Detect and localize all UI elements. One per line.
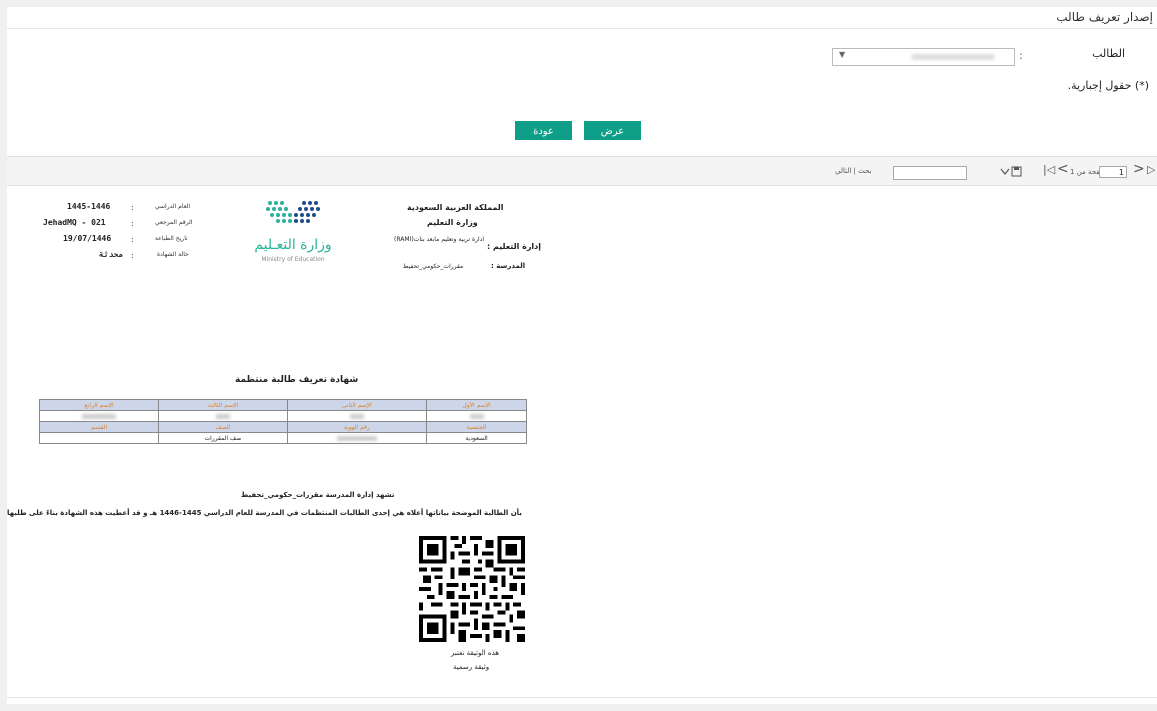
certificate-title: شهادة تعريف طالبة منتظمة (235, 375, 359, 385)
qr-caption-line-1: هذه الوثيقة تعتبر (451, 649, 499, 657)
org-ministry: وزارة التعليم (427, 218, 478, 227)
find-input[interactable] (893, 166, 967, 180)
next-page-icon[interactable]: > (1133, 161, 1145, 177)
header-second-name: الإسم الثاني (286, 399, 428, 411)
table-header-row: الجنسية رقم الهوية الصف القسم (38, 421, 527, 433)
student-select[interactable]: ▼ (832, 48, 1015, 66)
blurred-value (215, 413, 230, 419)
header-section: القسم (38, 421, 160, 433)
page-container: إصدار تعريف طالب الطالب : ▼ (*) حقول إجب… (7, 7, 1157, 704)
table-row: السعودية صف المقررات (38, 432, 527, 444)
meta-value-ref: JehadMQ - 021 (43, 218, 106, 227)
meta-label-year: العام الدراسي (155, 203, 191, 210)
ministry-logo-icon (266, 201, 320, 223)
report-toolbar: بحث | التالي |◁ < صفحة من 1 1 > ▷ (7, 156, 1157, 186)
chevron-down-icon[interactable]: ▼ (839, 50, 845, 59)
table-row (38, 410, 527, 422)
meta-colon-4: : (131, 251, 134, 260)
header-nationality: الجنسية (426, 421, 527, 433)
cell-grade: صف المقررات (158, 432, 288, 444)
logo-arabic-text: وزارة التعـليم (254, 237, 332, 253)
header-fourth-name: الإسم الرابع (38, 399, 160, 411)
meta-colon-2: : (131, 219, 134, 228)
student-selected-value (911, 54, 995, 60)
certificate-paragraph-1: تشهد إدارة المدرسة مقررات_حكومي_تحفيظ (241, 491, 395, 499)
header-id-number: رقم الهوية (286, 421, 428, 433)
last-page-icon[interactable]: ▷ (1147, 163, 1155, 176)
blurred-value (82, 413, 117, 419)
cell-nationality: السعودية (426, 432, 527, 444)
meta-value-year: 1445-1446 (67, 202, 111, 211)
blurred-value (349, 413, 364, 419)
header-grade: الصف (158, 421, 288, 433)
logo-english-text: Ministry of Education (261, 256, 325, 263)
student-info-table: الإسم الأول الإسم الثاني الإسم الثالث ال… (38, 399, 527, 444)
header-first-name: الإسم الأول (426, 399, 527, 411)
meta-label-ref: الرقم المرجعي (155, 219, 193, 226)
meta-value-status: محدثة (99, 250, 124, 259)
edu-admin-value: ادارة تربية وتعليم مابعد بنات(RAMI) (394, 236, 484, 243)
table-header-row: الإسم الأول الإسم الثاني الإسم الثالث ال… (38, 399, 527, 411)
meta-colon-3: : (131, 235, 134, 244)
qr-caption-line-2: وثيقة رسمية (453, 663, 490, 671)
required-fields-note: (*) حقول إجبارية. (1067, 79, 1149, 92)
meta-label-status: حالة الشهادة (157, 251, 189, 258)
header-third-name: الإسم الثالث (158, 399, 288, 411)
save-export-icon (1000, 166, 1022, 177)
title-divider (7, 28, 1157, 29)
school-label: المدرسة : (491, 262, 526, 270)
meta-colon-1: : (131, 203, 134, 212)
cell-section (38, 432, 160, 444)
first-page-icon[interactable]: |◁ (1043, 163, 1055, 176)
certificate-paragraph-2: بأن الطالبة الموضحة بياناتها أعلاه هي إح… (7, 509, 522, 517)
show-button[interactable]: عرض (584, 121, 641, 140)
student-colon: : (1019, 49, 1023, 62)
meta-value-print-date: 19/07/1446 (63, 234, 112, 243)
ministry-logo: وزارة التعـليم Ministry of Education (248, 197, 338, 267)
edu-admin-label: إدارة التعليم : (487, 242, 542, 251)
student-label: الطالب (1092, 47, 1125, 60)
school-value: مقررات_حكومي_تحفيظ (403, 263, 464, 270)
page-number-input[interactable]: 1 (1099, 166, 1127, 178)
back-button[interactable]: عودة (515, 121, 572, 140)
blurred-value (336, 435, 377, 441)
export-icon[interactable] (1000, 166, 1022, 180)
org-country: المملكة العربية السعودية (407, 203, 504, 212)
page-title: إصدار تعريف طالب (1056, 10, 1153, 24)
report-page: المملكة العربية السعودية وزارة التعليم إ… (7, 185, 1157, 695)
qr-code-icon (418, 536, 526, 642)
bottom-divider (7, 697, 1157, 698)
meta-label-print-date: تاريخ الطباعة (155, 235, 188, 242)
find-next-link[interactable]: بحث | التالي (835, 167, 871, 175)
previous-page-icon[interactable]: < (1057, 161, 1069, 177)
blurred-value (469, 413, 484, 419)
qr-code-graphic (419, 536, 525, 642)
